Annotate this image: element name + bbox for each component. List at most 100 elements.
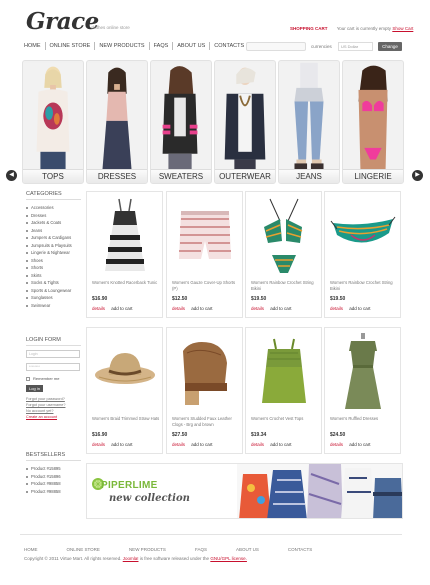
product-card[interactable]: Women's Studded Faux Leather Clogs - Brg…: [166, 327, 243, 454]
details-link[interactable]: details: [251, 306, 264, 311]
footer-nav-new-products[interactable]: NEW PRODUCTS: [129, 547, 166, 552]
add-to-cart-link[interactable]: add to cart: [191, 306, 212, 311]
nav-online-store[interactable]: ONLINE STORE: [46, 42, 96, 50]
category-item[interactable]: Socks & Tights: [26, 279, 81, 287]
create-account-link[interactable]: Create an account: [26, 414, 81, 420]
license-link[interactable]: GNU/GPL license.: [210, 556, 247, 561]
product-price: $24.50: [330, 432, 346, 438]
category-item[interactable]: Lingerie & Nightwear: [26, 249, 81, 257]
add-to-cart-link[interactable]: add to cart: [270, 442, 291, 447]
remember-me[interactable]: Remember me: [26, 376, 81, 381]
product-name[interactable]: Women's Rainbow Crochet String Bikini: [330, 280, 398, 292]
bestseller-item[interactable]: Product #15896: [26, 473, 81, 481]
nav-new-products[interactable]: NEW PRODUCTS: [95, 42, 150, 50]
category-item[interactable]: Dresses: [26, 212, 81, 220]
product-name[interactable]: Women's Ruffled Dresses: [330, 416, 398, 422]
category-item[interactable]: Sunglasses: [26, 294, 81, 302]
add-to-cart-link[interactable]: add to cart: [191, 442, 212, 447]
category-item[interactable]: Sports & Loungewear: [26, 287, 81, 295]
product-card[interactable]: Women's Rainbow Crochet String Bikini $1…: [245, 191, 322, 318]
username-field[interactable]: Login: [26, 350, 80, 358]
login-title: LOGIN FORM: [26, 337, 81, 346]
footer-nav: HOME ONLINE STORE NEW PRODUCTS FAQS ABOU…: [24, 547, 341, 552]
details-link[interactable]: details: [330, 442, 343, 447]
category-item[interactable]: Accessories: [26, 204, 81, 212]
nav-faqs[interactable]: FAQS: [150, 42, 174, 50]
product-price: $16.90: [92, 432, 108, 438]
product-name[interactable]: Women's Braid Trimmed Straw Hats: [92, 416, 160, 422]
category-carousel: TOPS DRESSES SWEATERS OUTERWEAR JEANS LI…: [0, 58, 430, 185]
details-link[interactable]: details: [251, 442, 264, 447]
product-card[interactable]: Women's Crochet Vest Tops $19.34 details…: [245, 327, 322, 454]
nav-about-us[interactable]: ABOUT US: [173, 42, 211, 50]
currency-select[interactable]: US Dollar: [338, 42, 373, 51]
product-name[interactable]: Women's Crochet Vest Tops: [251, 416, 319, 422]
carousel-item-lingerie[interactable]: LINGERIE: [342, 60, 404, 184]
add-to-cart-link[interactable]: add to cart: [111, 442, 132, 447]
category-item[interactable]: Jeans: [26, 227, 81, 235]
carousel-item-sweaters[interactable]: SWEATERS: [150, 60, 212, 184]
product-card[interactable]: Women's Ruffled Dresses $24.50 details a…: [324, 327, 401, 454]
tops-photo: [23, 62, 83, 170]
bestseller-item[interactable]: Product #15895: [26, 465, 81, 473]
category-item[interactable]: Shoes: [26, 257, 81, 265]
carousel-item-dresses[interactable]: DRESSES: [86, 60, 148, 184]
change-currency-button[interactable]: Change: [378, 42, 402, 51]
nav-contacts[interactable]: CONTACTS: [210, 42, 248, 50]
product-name[interactable]: Women's Studded Faux Leather Clogs - Brg…: [172, 416, 240, 428]
login-button[interactable]: Log in: [26, 385, 43, 392]
carousel-label: TOPS: [23, 169, 83, 183]
category-item[interactable]: Jumpsuits & Playsuits: [26, 242, 81, 250]
remember-checkbox[interactable]: [26, 376, 30, 381]
bestseller-item[interactable]: Product #98858: [26, 480, 81, 488]
product-image: [105, 198, 145, 271]
product-price: $19.50: [251, 296, 267, 302]
category-item[interactable]: Shorts: [26, 264, 81, 272]
add-to-cart-link[interactable]: add to cart: [349, 306, 370, 311]
carousel-item-outerwear[interactable]: OUTERWEAR: [214, 60, 276, 184]
footer-nav-home[interactable]: HOME: [24, 547, 38, 552]
product-card[interactable]: Women's Gauze Cover-Up Shorts (P) $12.50…: [166, 191, 243, 318]
footer-nav-faqs[interactable]: FAQS: [195, 547, 207, 552]
product-actions: details add to cart: [330, 306, 371, 311]
product-name[interactable]: Women's Gauze Cover-Up Shorts (P): [172, 280, 240, 292]
password-field[interactable]: ********: [26, 363, 80, 371]
details-link[interactable]: details: [330, 306, 343, 311]
joomla-link[interactable]: Joomla!: [123, 556, 139, 561]
product-card[interactable]: Women's Rainbow Crochet String Bikini $1…: [324, 191, 401, 318]
category-item[interactable]: Jackets & Coats: [26, 219, 81, 227]
piperlime-banner[interactable]: PIPERLIME new collection: [86, 463, 403, 519]
add-to-cart-link[interactable]: add to cart: [349, 442, 370, 447]
carousel-item-tops[interactable]: TOPS: [22, 60, 84, 184]
category-item[interactable]: Swimwear: [26, 302, 81, 310]
details-link[interactable]: details: [92, 306, 105, 311]
product-actions: details add to cart: [172, 442, 213, 447]
carousel-item-jeans[interactable]: JEANS: [278, 60, 340, 184]
product-price: $19.34: [251, 432, 267, 438]
footer-nav-about-us[interactable]: ABOUT US: [236, 547, 259, 552]
search-input[interactable]: [246, 42, 306, 51]
show-cart-link[interactable]: Show Cart: [392, 26, 413, 31]
carousel-label: LINGERIE: [343, 169, 403, 183]
carousel-label: JEANS: [279, 169, 339, 183]
product-name[interactable]: Women's Rainbow Crochet String Bikini: [251, 280, 319, 292]
product-card[interactable]: Women's Braid Trimmed Straw Hats $16.90 …: [86, 327, 163, 454]
logo-tagline: clothes online store: [91, 25, 130, 30]
chevron-right-icon[interactable]: ▶: [412, 170, 423, 181]
details-link[interactable]: details: [92, 442, 105, 447]
nav-home[interactable]: HOME: [20, 42, 46, 50]
product-name[interactable]: Women's Knotted Racerback Tunic: [92, 280, 160, 286]
category-item[interactable]: Skirts: [26, 272, 81, 280]
chevron-left-icon[interactable]: ◀: [6, 170, 17, 181]
bestseller-item[interactable]: Product #98858: [26, 488, 81, 496]
product-card[interactable]: Women's Knotted Racerback Tunic $16.90 d…: [86, 191, 163, 318]
add-to-cart-link[interactable]: add to cart: [270, 306, 291, 311]
category-item[interactable]: Jumpers & Cardigans: [26, 234, 81, 242]
details-link[interactable]: details: [172, 306, 185, 311]
logo[interactable]: Grace: [26, 8, 99, 35]
footer-nav-contacts[interactable]: CONTACTS: [288, 547, 312, 552]
details-link[interactable]: details: [172, 442, 185, 447]
footer-nav-online-store[interactable]: ONLINE STORE: [67, 547, 100, 552]
add-to-cart-link[interactable]: add to cart: [111, 306, 132, 311]
product-image: [95, 353, 155, 384]
